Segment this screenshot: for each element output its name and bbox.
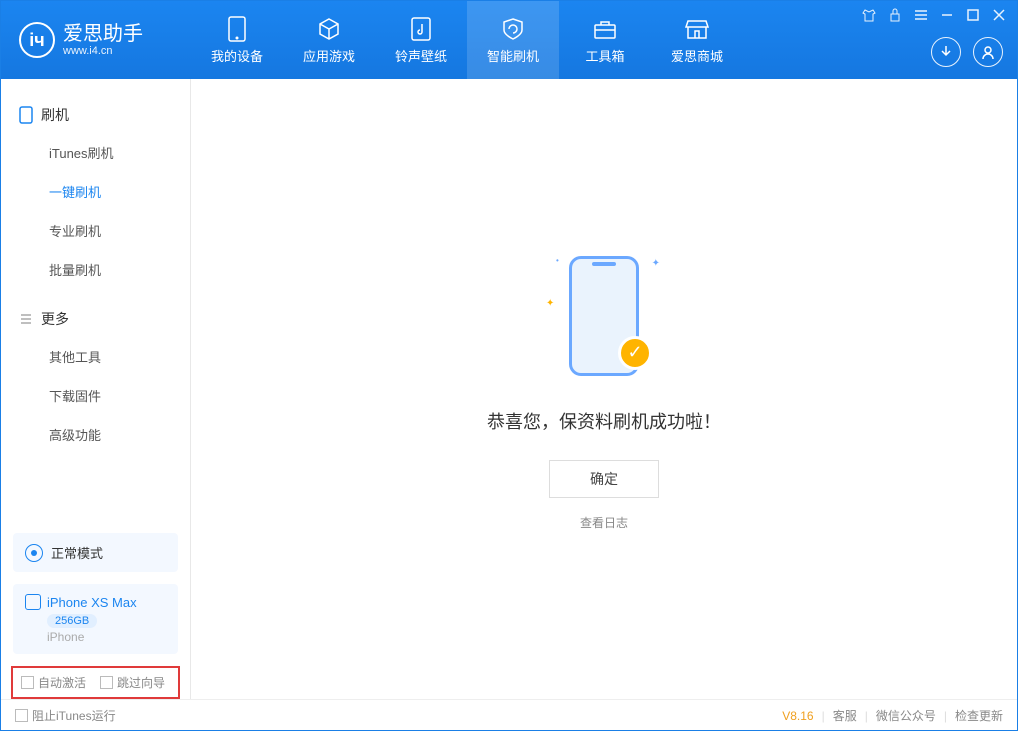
lock-icon[interactable] <box>887 7 903 23</box>
user-icon[interactable] <box>973 37 1003 67</box>
check-badge-icon: ✓ <box>618 336 652 370</box>
tab-toolbox[interactable]: 工具箱 <box>559 1 651 79</box>
sidebar-item-download-firmware[interactable]: 下载固件 <box>1 376 190 415</box>
store-icon <box>684 16 710 42</box>
tab-label: 智能刷机 <box>487 46 539 65</box>
success-message: 恭喜您，保资料刷机成功啦！ <box>487 408 721 434</box>
phone-icon <box>19 106 33 124</box>
shirt-icon[interactable] <box>861 7 877 23</box>
app-url: www.i4.cn <box>63 45 143 57</box>
confirm-button[interactable]: 确定 <box>549 460 659 498</box>
maximize-button[interactable] <box>965 7 981 23</box>
download-icon[interactable] <box>931 37 961 67</box>
sidebar-group-more: 更多 <box>1 301 190 337</box>
mode-label: 正常模式 <box>51 543 103 562</box>
list-icon <box>19 312 33 326</box>
auto-activate-checkbox[interactable]: 自动激活 <box>21 674 86 691</box>
checkbox-label: 阻止iTunes运行 <box>32 707 116 724</box>
app-header: iч 爱思助手 www.i4.cn 我的设备 应用游戏 铃声壁纸 智能刷机 工具… <box>1 1 1017 79</box>
mode-card[interactable]: 正常模式 <box>13 533 178 572</box>
device-name-row: iPhone XS Max <box>25 594 166 610</box>
sidebar-item-one-click-flash[interactable]: 一键刷机 <box>1 172 190 211</box>
cube-icon <box>316 16 342 42</box>
sidebar-item-advanced[interactable]: 高级功能 <box>1 415 190 454</box>
tab-label: 铃声壁纸 <box>395 46 447 65</box>
tab-label: 应用游戏 <box>303 46 355 65</box>
tab-my-device[interactable]: 我的设备 <box>191 1 283 79</box>
options-row: 自动激活 跳过向导 <box>11 666 180 699</box>
tab-label: 我的设备 <box>211 46 263 65</box>
sidebar-item-itunes-flash[interactable]: iTunes刷机 <box>1 133 190 172</box>
device-type: iPhone <box>47 630 166 644</box>
tab-label: 工具箱 <box>585 46 624 65</box>
window-controls <box>861 7 1007 23</box>
device-icon <box>224 16 250 42</box>
tab-store[interactable]: 爱思商城 <box>651 1 743 79</box>
version-label: V8.16 <box>782 709 813 723</box>
logo-area: iч 爱思助手 www.i4.cn <box>1 22 191 58</box>
device-name: iPhone XS Max <box>47 595 137 610</box>
group-title: 更多 <box>41 309 69 329</box>
app-name: 爱思助手 <box>63 23 143 45</box>
device-icon <box>25 594 41 610</box>
device-card[interactable]: iPhone XS Max 256GB iPhone <box>13 584 178 654</box>
view-log-link[interactable]: 查看日志 <box>580 514 628 531</box>
toolbox-icon <box>592 16 618 42</box>
sidebar-group-flash: 刷机 <box>1 97 190 133</box>
checkbox-label: 自动激活 <box>38 674 86 691</box>
device-storage-badge: 256GB <box>47 614 97 628</box>
sidebar-item-batch-flash[interactable]: 批量刷机 <box>1 250 190 289</box>
nav-tabs: 我的设备 应用游戏 铃声壁纸 智能刷机 工具箱 爱思商城 <box>191 1 743 79</box>
block-itunes-checkbox[interactable]: 阻止iTunes运行 <box>15 707 116 724</box>
close-button[interactable] <box>991 7 1007 23</box>
group-title: 刷机 <box>41 105 69 125</box>
minimize-button[interactable] <box>939 7 955 23</box>
support-link[interactable]: 客服 <box>833 707 857 724</box>
tab-apps-games[interactable]: 应用游戏 <box>283 1 375 79</box>
sidebar: 刷机 iTunes刷机 一键刷机 专业刷机 批量刷机 更多 其他工具 下载固件 … <box>1 79 191 699</box>
tab-ringtones[interactable]: 铃声壁纸 <box>375 1 467 79</box>
footer: 阻止iTunes运行 V8.16 | 客服 | 微信公众号 | 检查更新 <box>1 699 1017 731</box>
skip-guide-checkbox[interactable]: 跳过向导 <box>100 674 165 691</box>
refresh-shield-icon <box>500 16 526 42</box>
music-file-icon <box>408 16 434 42</box>
mode-indicator-icon <box>25 544 43 562</box>
header-action-icons <box>931 37 1003 67</box>
tab-label: 爱思商城 <box>671 46 723 65</box>
menu-icon[interactable] <box>913 7 929 23</box>
checkbox-label: 跳过向导 <box>117 674 165 691</box>
tab-flash[interactable]: 智能刷机 <box>467 1 559 79</box>
app-logo-icon: iч <box>19 22 55 58</box>
check-update-link[interactable]: 检查更新 <box>955 707 1003 724</box>
wechat-link[interactable]: 微信公众号 <box>876 707 936 724</box>
sidebar-item-pro-flash[interactable]: 专业刷机 <box>1 211 190 250</box>
success-illustration: ✦ ✦ • ✓ <box>554 248 654 388</box>
sidebar-item-other-tools[interactable]: 其他工具 <box>1 337 190 376</box>
main-content: ✦ ✦ • ✓ 恭喜您，保资料刷机成功啦！ 确定 查看日志 <box>191 79 1017 699</box>
